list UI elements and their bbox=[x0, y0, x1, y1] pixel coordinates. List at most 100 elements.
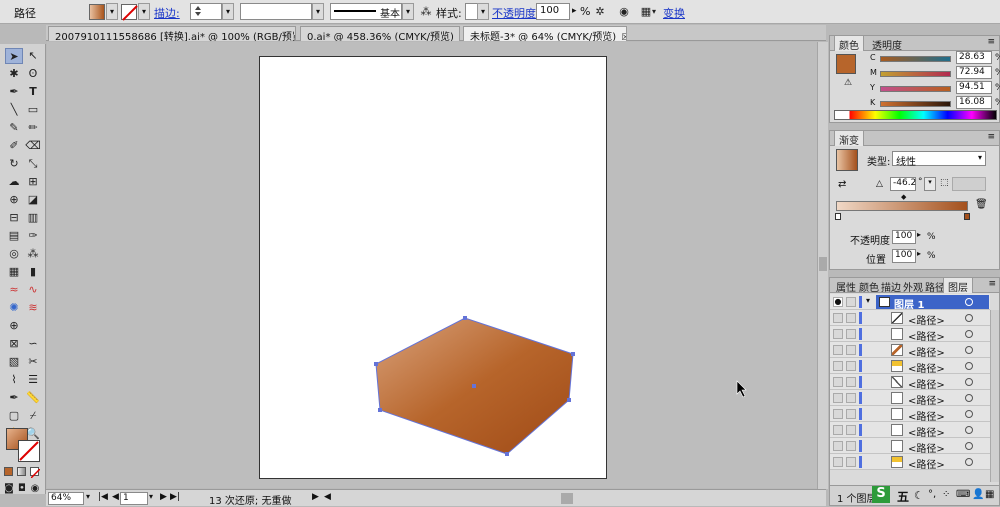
keyboard-icon[interactable]: ⌨ bbox=[956, 489, 970, 500]
lock-toggle[interactable] bbox=[846, 457, 856, 467]
panel-menu-icon[interactable]: ≡ bbox=[987, 37, 995, 47]
visibility-toggle[interactable] bbox=[833, 361, 843, 371]
visibility-toggle[interactable] bbox=[833, 425, 843, 435]
layer-item-path[interactable]: <路径> bbox=[830, 454, 990, 471]
last-page-icon[interactable]: ▶| bbox=[170, 492, 180, 502]
visibility-toggle[interactable] bbox=[833, 457, 843, 467]
target-icon[interactable] bbox=[965, 378, 973, 386]
horizontal-scroll-thumb[interactable] bbox=[561, 493, 573, 504]
value-field[interactable]: 28.63 bbox=[956, 51, 992, 64]
gradient-stop-left[interactable] bbox=[835, 213, 841, 220]
first-page-icon[interactable]: |◀ bbox=[98, 492, 108, 502]
position-stepper-icon[interactable]: ▸ bbox=[917, 249, 921, 258]
active-fill-swatch[interactable] bbox=[836, 54, 856, 74]
eye-icon[interactable]: ● bbox=[833, 297, 843, 307]
anchor-point[interactable] bbox=[567, 398, 571, 402]
tab-color[interactable]: 颜色 bbox=[834, 36, 864, 52]
visibility-toggle[interactable] bbox=[833, 441, 843, 451]
target-icon[interactable] bbox=[965, 426, 973, 434]
angle-dropdown[interactable]: ▾ bbox=[924, 177, 936, 191]
lock-toggle[interactable] bbox=[846, 425, 856, 435]
stop-position-field[interactable]: 100 bbox=[892, 249, 916, 263]
layers-scrollbar[interactable] bbox=[990, 310, 999, 482]
visibility-toggle[interactable] bbox=[833, 409, 843, 419]
lock-toggle[interactable] bbox=[846, 345, 856, 355]
anchor-point[interactable] bbox=[378, 408, 382, 412]
gradient-preview-swatch[interactable] bbox=[836, 149, 858, 171]
target-icon[interactable] bbox=[965, 362, 973, 370]
zoom-field[interactable]: 64% bbox=[48, 492, 84, 505]
lock-toggle[interactable] bbox=[846, 409, 856, 419]
tab-gradient[interactable]: 渐变 bbox=[834, 131, 864, 147]
lock-toggle[interactable] bbox=[846, 329, 856, 339]
prev-page-icon[interactable]: ◀ bbox=[112, 492, 119, 502]
next-page-icon[interactable]: ▶ bbox=[160, 492, 167, 502]
anchor-point[interactable] bbox=[463, 316, 467, 320]
target-icon[interactable] bbox=[965, 314, 973, 322]
anchor-point[interactable] bbox=[374, 362, 378, 366]
page-dropdown-icon[interactable]: ▾ bbox=[149, 492, 153, 501]
layer-row[interactable]: ● ▾ 图层 1 bbox=[830, 294, 990, 311]
gradient-stop-right[interactable] bbox=[964, 213, 970, 220]
ime-mode[interactable]: 五 bbox=[897, 488, 909, 505]
opacity-stepper-icon[interactable]: ▸ bbox=[917, 230, 921, 239]
layer-item-path[interactable]: <路径> bbox=[830, 406, 990, 423]
layer-target-icon[interactable] bbox=[965, 298, 973, 306]
target-icon[interactable] bbox=[965, 442, 973, 450]
target-icon[interactable] bbox=[965, 458, 973, 466]
target-icon[interactable] bbox=[965, 346, 973, 354]
lock-toggle[interactable] bbox=[846, 377, 856, 387]
visibility-toggle[interactable] bbox=[833, 345, 843, 355]
expand-triangle-icon[interactable]: ▾ bbox=[866, 296, 870, 305]
slider-track[interactable] bbox=[880, 71, 951, 77]
layer-item-path[interactable]: <路径> bbox=[830, 326, 990, 343]
visibility-toggle[interactable] bbox=[833, 393, 843, 403]
target-icon[interactable] bbox=[965, 410, 973, 418]
moon-icon[interactable]: ☾ bbox=[914, 489, 924, 502]
zoom-dropdown-icon[interactable]: ▾ bbox=[86, 492, 90, 501]
midpoint-diamond-icon[interactable]: ◆ bbox=[901, 194, 909, 201]
lock-toggle[interactable] bbox=[846, 393, 856, 403]
visibility-toggle[interactable] bbox=[833, 329, 843, 339]
panel-menu-icon[interactable]: ≡ bbox=[987, 132, 995, 142]
visibility-toggle[interactable] bbox=[833, 313, 843, 323]
layer-item-path[interactable]: <路径> bbox=[830, 342, 990, 359]
anchor-point[interactable] bbox=[505, 452, 509, 456]
lock-toggle[interactable] bbox=[846, 313, 856, 323]
gradient-slider[interactable] bbox=[836, 201, 968, 211]
tab-layers[interactable]: 图层 bbox=[943, 278, 973, 294]
layer-item-path[interactable]: <路径> bbox=[830, 358, 990, 375]
layer-item-path[interactable]: <路径> bbox=[830, 422, 990, 439]
slider-track[interactable] bbox=[880, 101, 951, 107]
slider-track[interactable] bbox=[880, 86, 951, 92]
center-point[interactable] bbox=[472, 384, 476, 388]
layer-item-path[interactable]: <路径> bbox=[830, 438, 990, 455]
visibility-toggle[interactable] bbox=[833, 377, 843, 387]
delete-stop-icon[interactable]: 🗑 bbox=[975, 199, 988, 210]
user-icon[interactable]: 👤 bbox=[972, 489, 984, 500]
angle-field[interactable]: -46.2 bbox=[890, 177, 916, 191]
color-spectrum-ramp[interactable] bbox=[834, 110, 997, 120]
reverse-gradient-icon[interactable]: ⇄ bbox=[838, 179, 846, 190]
settings-dots-icon[interactable]: ⁘ bbox=[942, 489, 950, 500]
page-field[interactable]: 1 bbox=[120, 492, 148, 505]
layer-item-path[interactable]: <路径> bbox=[830, 390, 990, 407]
tab-transparency[interactable]: 透明度 bbox=[868, 36, 906, 52]
layer-item-path[interactable]: <路径> bbox=[830, 310, 990, 327]
target-icon[interactable] bbox=[965, 330, 973, 338]
punctuation-icon[interactable]: °, bbox=[928, 489, 936, 500]
value-field[interactable]: 72.94 bbox=[956, 66, 992, 79]
target-icon[interactable] bbox=[965, 394, 973, 402]
lock-toggle[interactable] bbox=[846, 361, 856, 371]
layer-name[interactable]: 图层 1 bbox=[894, 296, 924, 311]
grid-icon[interactable]: ▦ bbox=[985, 489, 994, 500]
scroll-left-icon[interactable]: ◀ bbox=[324, 492, 331, 502]
gradient-type-select[interactable]: 线性 ▾ bbox=[892, 151, 986, 168]
stop-opacity-field[interactable]: 100 bbox=[892, 230, 916, 244]
vertical-scrollbar[interactable] bbox=[817, 42, 828, 489]
scroll-thumb[interactable] bbox=[819, 257, 827, 271]
value-field[interactable]: 94.51 bbox=[956, 81, 992, 94]
anchor-point[interactable] bbox=[571, 352, 575, 356]
slider-track[interactable] bbox=[880, 56, 951, 62]
value-field[interactable]: 16.08 bbox=[956, 96, 992, 109]
